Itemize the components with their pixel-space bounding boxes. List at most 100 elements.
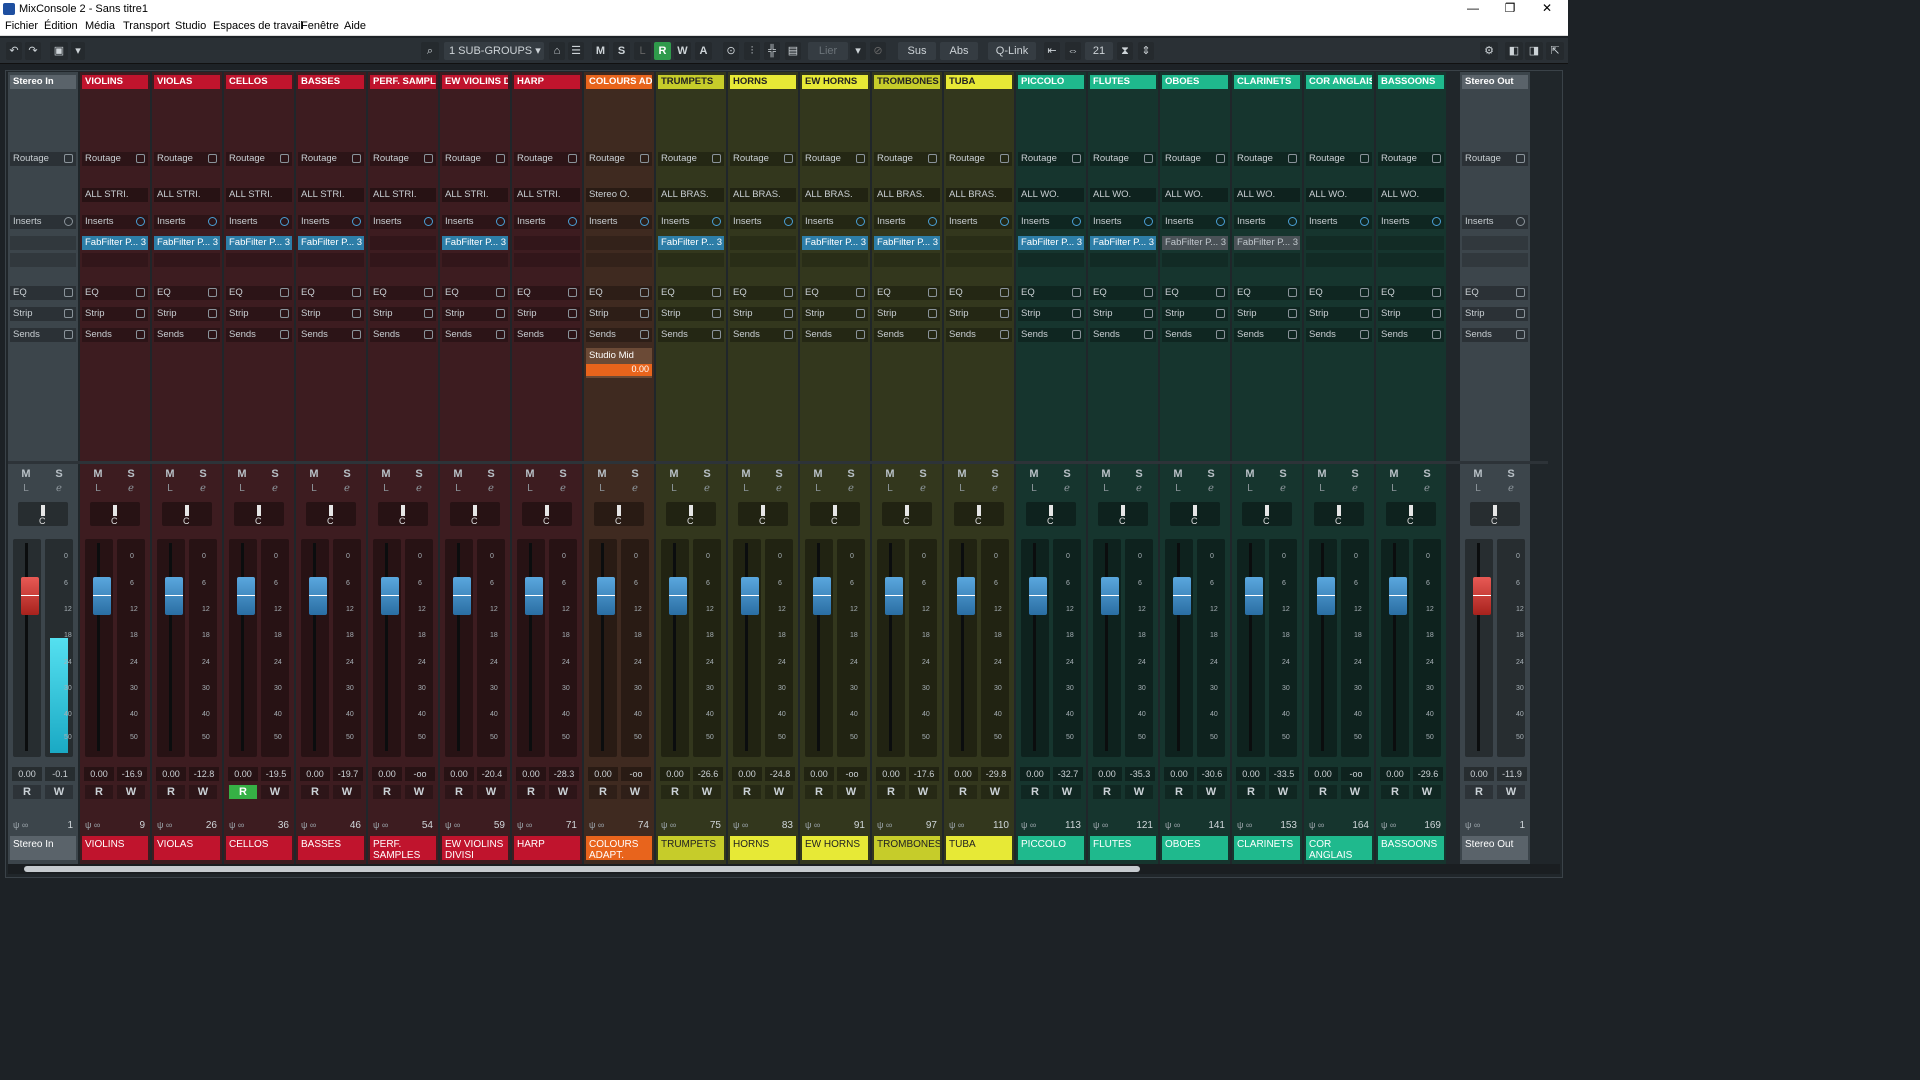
strip-label[interactable]: Strip [874, 307, 940, 321]
listen-button[interactable]: L [451, 483, 465, 495]
output-routing[interactable]: ALL STRI. [154, 188, 220, 202]
read-button[interactable]: R [661, 785, 689, 799]
eq-icon[interactable] [1144, 288, 1153, 297]
fader-handle[interactable] [381, 577, 399, 615]
read-button[interactable]: R [13, 785, 41, 799]
listen-button[interactable]: L [1471, 483, 1485, 495]
fader-track[interactable] [1237, 539, 1265, 757]
listen-button[interactable]: L [595, 483, 609, 495]
routing-label[interactable]: Routage [586, 152, 652, 166]
pan-control[interactable]: C [666, 502, 716, 526]
channel-name-bottom[interactable]: Stereo Out [1462, 836, 1528, 860]
routing-icon[interactable] [1072, 154, 1081, 163]
routing-icon[interactable] [784, 154, 793, 163]
read-button[interactable]: R [1309, 785, 1337, 799]
fader-value[interactable]: 0.00 [1308, 767, 1338, 781]
eq-icon[interactable] [568, 288, 577, 297]
eq-label[interactable]: EQ [1162, 286, 1228, 300]
output-routing[interactable]: ALL WO. [1234, 188, 1300, 202]
strip-label[interactable]: Strip [1378, 307, 1444, 321]
fader-handle[interactable] [525, 577, 543, 615]
read-button[interactable]: R [1093, 785, 1121, 799]
output-routing[interactable]: ALL STRI. [370, 188, 436, 202]
sends-icon[interactable] [64, 330, 73, 339]
routing-label[interactable]: Routage [874, 152, 940, 166]
mute-button[interactable]: M [1243, 467, 1257, 481]
strip-icon[interactable] [1144, 309, 1153, 318]
fader-track[interactable] [1093, 539, 1121, 757]
edit-icon[interactable]: ℯ [628, 483, 642, 495]
inserts-label[interactable]: Inserts [1090, 215, 1156, 229]
pan-knob[interactable] [329, 505, 333, 516]
mute-button[interactable]: M [955, 467, 969, 481]
insert-plugin[interactable]: FabFilter P... 3 [82, 236, 148, 250]
solo-button[interactable]: S [772, 467, 786, 481]
inserts-power-icon[interactable] [64, 217, 73, 226]
channel-name[interactable]: EW HORNS [802, 75, 868, 89]
sends-label[interactable]: Sends [442, 328, 508, 342]
channel-name-bottom[interactable]: CELLOS [226, 836, 292, 860]
routing-label[interactable]: Routage [370, 152, 436, 166]
routing-label[interactable]: Routage [226, 152, 292, 166]
pan-knob[interactable] [473, 505, 477, 516]
maximize-icon[interactable]: ❐ [1490, 0, 1530, 18]
inserts-power-icon[interactable] [928, 217, 937, 226]
insert-slot[interactable] [1306, 236, 1372, 250]
eq-label[interactable]: EQ [514, 286, 580, 300]
peak-value[interactable]: -oo [405, 767, 435, 781]
insert-plugin[interactable]: FabFilter P... 3 [226, 236, 292, 250]
solo-button[interactable]: S [1504, 467, 1518, 481]
sends-icon[interactable] [496, 330, 505, 339]
inserts-label[interactable]: Inserts [586, 215, 652, 229]
strip-label[interactable]: Strip [1090, 307, 1156, 321]
channel-name[interactable]: CELLOS [226, 75, 292, 89]
routing-icon[interactable] [712, 154, 721, 163]
routing-label[interactable]: Routage [514, 152, 580, 166]
mute-button[interactable]: M [667, 467, 681, 481]
edit-icon[interactable]: ℯ [1504, 483, 1518, 495]
pan-knob[interactable] [1337, 505, 1341, 516]
routing-label[interactable]: Routage [1378, 152, 1444, 166]
inserts-label[interactable]: Inserts [1462, 215, 1528, 229]
read-button[interactable]: R [1465, 785, 1493, 799]
peak-value[interactable]: -oo [621, 767, 651, 781]
eq-icon[interactable] [208, 288, 217, 297]
write-all-button[interactable]: W [674, 42, 691, 60]
write-button[interactable]: W [477, 785, 505, 799]
mute-button[interactable]: M [1315, 467, 1329, 481]
eq-icon[interactable] [352, 288, 361, 297]
inserts-power-icon[interactable] [208, 217, 217, 226]
edit-icon[interactable]: ℯ [916, 483, 930, 495]
mute-button[interactable]: M [883, 467, 897, 481]
sends-icon[interactable] [1144, 330, 1153, 339]
strip-icon[interactable] [1072, 309, 1081, 318]
output-routing[interactable]: ALL WO. [1378, 188, 1444, 202]
routing-icon[interactable] [352, 154, 361, 163]
read-button[interactable]: R [85, 785, 113, 799]
routing-icon[interactable] [424, 154, 433, 163]
left-zone-icon[interactable]: ◧ [1505, 42, 1523, 60]
strip-icon[interactable] [280, 309, 289, 318]
fader-value[interactable]: 0.00 [948, 767, 978, 781]
pan-knob[interactable] [1493, 505, 1497, 516]
eq-label[interactable]: EQ [370, 286, 436, 300]
output-routing[interactable]: ALL STRI. [298, 188, 364, 202]
insert-slot[interactable] [1378, 236, 1444, 250]
pan-control[interactable]: C [594, 502, 644, 526]
solo-button[interactable]: S [1420, 467, 1434, 481]
eq-label[interactable]: EQ [1378, 286, 1444, 300]
pan-control[interactable]: C [450, 502, 500, 526]
inserts-label[interactable]: Inserts [1234, 215, 1300, 229]
mute-button[interactable]: M [91, 467, 105, 481]
inserts-label[interactable]: Inserts [802, 215, 868, 229]
inserts-label[interactable]: Inserts [82, 215, 148, 229]
listen-button[interactable]: L [523, 483, 537, 495]
insert-slot[interactable] [1462, 253, 1528, 267]
listen-button[interactable]: L [1315, 483, 1329, 495]
channel-name-bottom[interactable]: CLARINETS [1234, 836, 1300, 860]
pan-knob[interactable] [1121, 505, 1125, 516]
fader-track[interactable] [589, 539, 617, 757]
fader-value[interactable]: 0.00 [444, 767, 474, 781]
mute-button[interactable]: M [235, 467, 249, 481]
sends-label[interactable]: Sends [802, 328, 868, 342]
